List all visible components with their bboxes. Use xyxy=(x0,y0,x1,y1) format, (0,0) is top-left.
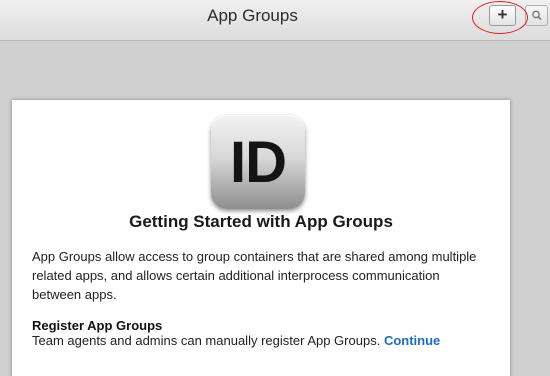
app-id-icon: ID xyxy=(211,115,305,209)
register-heading: Register App Groups xyxy=(32,318,163,333)
continue-link[interactable]: Continue xyxy=(384,333,440,348)
register-description: Team agents and admins can manually regi… xyxy=(32,333,440,348)
getting-started-card: ID Getting Started with App Groups App G… xyxy=(12,100,510,376)
search-icon xyxy=(532,10,542,21)
toolbar: App Groups + xyxy=(0,0,550,41)
page-title: App Groups xyxy=(207,6,298,25)
app-id-icon-label: ID xyxy=(230,130,287,195)
highlight-annotation xyxy=(472,1,528,34)
getting-started-heading: Getting Started with App Groups xyxy=(129,212,393,231)
search-button[interactable] xyxy=(525,5,548,26)
intro-paragraph: App Groups allow access to group contain… xyxy=(32,249,477,302)
register-text: Team agents and admins can manually regi… xyxy=(32,333,381,348)
